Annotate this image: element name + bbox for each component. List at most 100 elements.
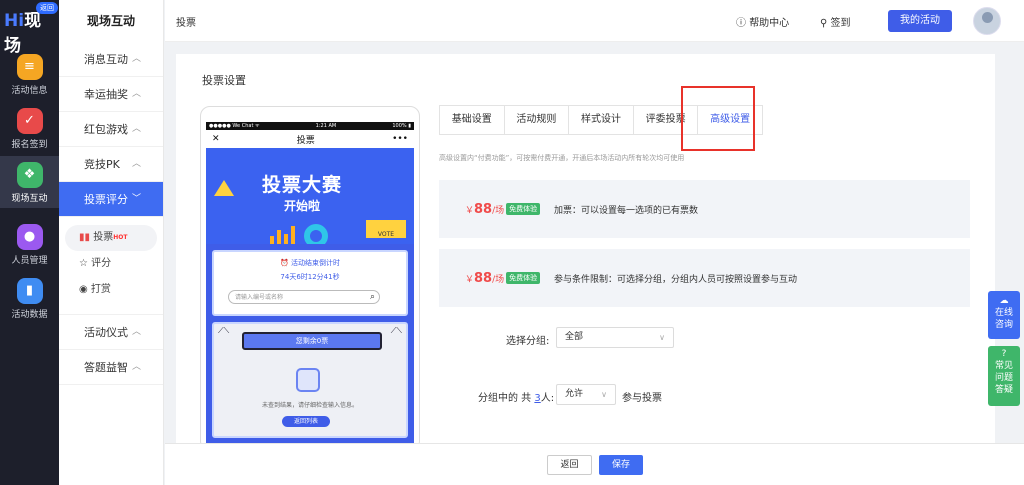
highlight-box [681,86,755,151]
currency: ￥ [465,206,475,216]
sub-menu: 现场互动 消息互动 ︿ 幸运抽奖 ︿ 红包游戏 ︿ 竞技PK ︿ 投票评分 ﹀ ▮▮ 投票… [59,0,164,485]
sub-item-label: 消息互动 [84,53,128,66]
logo-hi: Hi [4,11,25,31]
vote-bars-icon: ▮▮ [79,232,91,243]
price: ￥88/场 免费体验 [465,271,541,286]
online-consult-button[interactable]: ☁ 在线咨询 [988,291,1020,339]
leaf-label: 打赏 [90,284,111,295]
rail-label: 活动信息 [11,86,48,96]
phone-search-input[interactable]: 请输入编号或名称 ⌕ [228,290,380,304]
price-value: 88 [474,202,493,217]
list-icon: ≡ [16,54,43,80]
question-icon: ? [1001,349,1007,359]
logo[interactable]: Hi现场 返回 [4,2,58,56]
chevron-up-icon: ︿ [131,327,141,337]
rail-item-people[interactable]: ● 人员管理 [0,218,59,270]
chevron-down-icon: ∨ [601,390,607,399]
battery: 100% ▮ [392,123,411,129]
countdown-time: 74天6时12分41秒 [280,273,340,281]
more-icon[interactable]: ••• [392,134,408,144]
faq-button[interactable]: ? 常见问题答疑 [988,346,1020,406]
spark-icon: ⟋⟍ [390,326,402,335]
tab-basic[interactable]: 基础设置 [440,106,505,134]
feature-desc: 加票：可以设置每一选项的已有票数 [554,206,699,216]
tab-rules[interactable]: 活动规则 [505,106,570,134]
close-icon[interactable]: ✕ [212,134,220,144]
advanced-hint: 高级设置内“付费功能”，可按需付费开通，开通后本场活动内所有轮次均可使用 [439,154,685,162]
sub-item-ceremony[interactable]: 活动仪式 ︿ [59,315,163,350]
faq-label: 常见问题答疑 [994,361,1013,395]
no-result-text: 未查到结果，请仔细检查输入信息。 [261,402,358,409]
leaf-vote[interactable]: ▮▮ 投票HOT [65,225,157,251]
back-to-list-button[interactable]: 返回列表 [282,416,330,427]
sub-item-quiz[interactable]: 答题益智 ︿ [59,350,163,385]
location-pin-icon: ⚲ [820,18,828,29]
free-trial-badge[interactable]: 免费体验 [506,203,541,215]
rail-item-activity-info[interactable]: ≡ 活动信息 [0,48,59,100]
help-label: 帮助中心 [749,18,790,29]
sub-item-pk[interactable]: 竞技PK ︿ [59,147,163,182]
chevron-up-icon: ︿ [131,54,141,64]
price: ￥88/场 免费体验 [465,202,541,217]
money-bag-icon: ◉ [79,284,88,295]
feature-add-votes: ￥88/场 免费体验 加票：可以设置每一选项的已有票数 [439,180,970,238]
group-select-value: 全部 [565,332,584,342]
sub-item-vote-score[interactable]: 投票评分 ﹀ [59,182,163,217]
rail-item-interaction[interactable]: ❖ 现场互动 [0,156,59,208]
user-icon: ● [16,224,43,250]
triangle-decoration [214,180,234,196]
back-button[interactable]: 返回 [547,455,592,475]
vote-box: VOTE [366,220,406,238]
spark-icon: ⟋⟍ [218,326,230,335]
rail-label: 报名签到 [11,140,48,150]
rail-item-signup[interactable]: ✓ 报名签到 [0,102,59,154]
leaf-reward[interactable]: ◉ 打赏 [65,277,157,303]
carrier: ●●●●● We Chat ᯤ [209,123,260,129]
allow-select-value: 允许 [565,389,584,399]
phone-nav-title: 投票 [296,135,315,146]
my-activity-button[interactable]: 我的活动 [888,10,952,32]
price-value: 88 [474,271,493,286]
leaf-score[interactable]: ☆ 评分 [65,251,157,277]
participate-label: 参与投票 [622,393,662,404]
chevron-down-icon: ∨ [659,333,665,342]
rail-item-data[interactable]: ▮ 活动数据 [0,272,59,324]
tab-style[interactable]: 样式设计 [569,106,634,134]
breadcrumb: 投票 [176,18,196,29]
chevron-up-icon: ︿ [131,159,141,169]
banner-subtitle: 开始啦 [284,199,321,213]
free-trial-badge[interactable]: 免费体验 [506,272,541,284]
sub-item-label: 竞技PK [84,158,120,171]
back-badge[interactable]: 返回 [36,2,58,14]
help-center-link[interactable]: ⓘ 帮助中心 [736,14,789,29]
top-bar: 投票 ⓘ 帮助中心 ⚲ 签到 我的活动 [165,0,1024,42]
phone-time: 1:21 AM [315,123,337,129]
rail-label: 人员管理 [11,256,48,266]
cloud-icon: ☁ [999,296,1009,306]
clipboard-icon: ✓ [16,108,43,134]
sub-item-label: 答题益智 [84,361,128,374]
sub-item-lottery[interactable]: 幸运抽奖 ︿ [59,77,163,112]
avatar[interactable] [973,7,1001,35]
signin-link[interactable]: ⚲ 签到 [820,14,851,29]
page-title: 投票设置 [202,74,246,87]
countdown-label: ⏰ 活动结束倒计时 [280,259,340,267]
interact-icon: ❖ [16,162,43,188]
banner-title: 投票大赛 [262,174,343,196]
group-select[interactable]: 全部 ∨ [556,327,674,348]
save-button[interactable]: 保存 [599,455,643,475]
chevron-up-icon: ︿ [131,124,141,134]
price-unit: /场 [492,206,505,216]
countdown-panel: ⏰ 活动结束倒计时 74天6时12分41秒 请输入编号或名称 ⌕ [212,250,408,316]
sub-item-redpacket[interactable]: 红包游戏 ︿ [59,112,163,147]
allow-select[interactable]: 允许 ∨ [556,384,616,405]
sub-item-label: 投票评分 [84,193,128,206]
sub-item-message[interactable]: 消息互动 ︿ [59,42,163,77]
feature-participation-limit: ￥88/场 免费体验 参与条件限制：可选择分组，分组内人员可按照设置参与互动 [439,249,970,307]
bar-chart-icon: ▮ [16,278,43,304]
hot-badge: HOT [113,234,128,241]
leaf-label: 投票 [93,232,114,243]
search-icon[interactable]: ⌕ [370,291,375,304]
phone-nav-bar: ✕ 投票 ••• [206,130,414,148]
group-count-label: 分组中的 共 3人: [478,389,554,404]
